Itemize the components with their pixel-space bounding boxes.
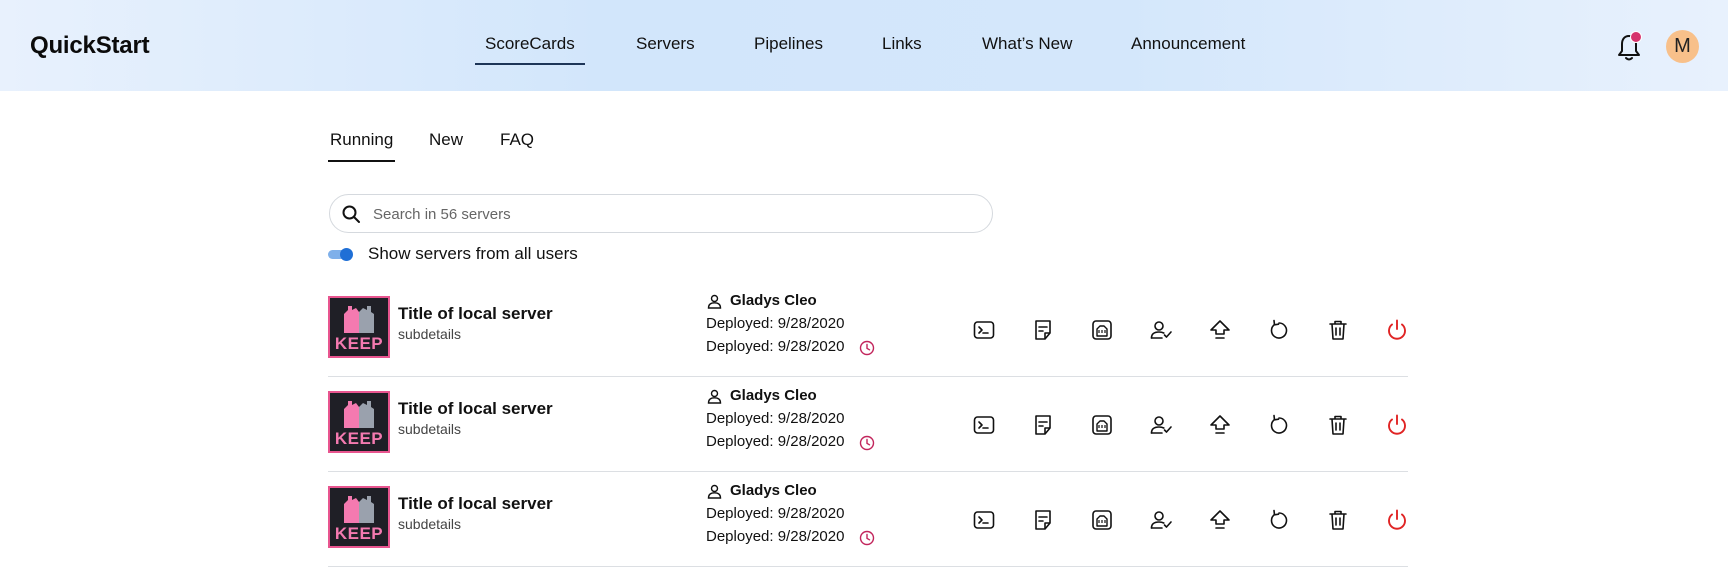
server-logo: KEEP — [328, 296, 390, 358]
tab-running[interactable]: Running — [327, 130, 396, 162]
delete-icon[interactable] — [1326, 318, 1350, 342]
power-icon[interactable] — [1385, 413, 1409, 437]
server-owner: Gladys Cleo — [730, 387, 817, 404]
terminal-icon[interactable] — [972, 318, 996, 342]
notes-icon[interactable] — [1031, 413, 1055, 437]
user-icon — [707, 294, 722, 309]
restart-icon[interactable] — [1267, 413, 1291, 437]
storage-icon[interactable] — [1090, 413, 1114, 437]
storage-icon[interactable] — [1090, 318, 1114, 342]
server-logo-text: KEEP — [334, 334, 384, 353]
nav-announcement[interactable]: Announcement — [1131, 34, 1245, 54]
deployed-date-secondary: Deployed: 9/28/2020 — [706, 528, 845, 545]
nav-scorecards[interactable]: ScoreCards — [475, 34, 585, 65]
keep-logo-icon — [344, 306, 374, 333]
user-icon — [707, 484, 722, 499]
all-users-toggle[interactable] — [328, 248, 353, 261]
deployed-date-secondary: Deployed: 9/28/2020 — [706, 433, 845, 450]
restart-icon[interactable] — [1267, 508, 1291, 532]
assign-user-icon[interactable] — [1149, 413, 1173, 437]
server-title[interactable]: Title of local server — [398, 399, 553, 419]
upload-icon[interactable] — [1208, 413, 1232, 437]
clock-icon[interactable] — [859, 435, 875, 451]
nav-servers[interactable]: Servers — [636, 34, 695, 54]
delete-icon[interactable] — [1326, 413, 1350, 437]
terminal-icon[interactable] — [972, 508, 996, 532]
search-box — [329, 194, 993, 233]
toggle-label: Show servers from all users — [368, 244, 578, 263]
nav-pipelines[interactable]: Pipelines — [754, 34, 823, 54]
server-logo: KEEP — [328, 486, 390, 548]
server-subtitle: subdetails — [398, 421, 462, 437]
clock-icon[interactable] — [859, 340, 875, 356]
deployed-date-secondary: Deployed: 9/28/2020 — [706, 338, 845, 355]
server-row[interactable]: KEEP Title of local server subdetails Gl… — [328, 377, 1408, 472]
deployed-date: Deployed: 9/28/2020 — [706, 505, 845, 522]
server-row[interactable]: KEEP Title of local server subdetails Gl… — [328, 282, 1408, 377]
server-title[interactable]: Title of local server — [398, 304, 553, 324]
notes-icon[interactable] — [1031, 508, 1055, 532]
notification-dot — [1630, 31, 1642, 43]
server-subtitle: subdetails — [398, 516, 462, 532]
storage-icon[interactable] — [1090, 508, 1114, 532]
user-icon — [707, 389, 722, 404]
upload-icon[interactable] — [1208, 318, 1232, 342]
top-header: QuickStart ScoreCards Servers Pipelines … — [0, 0, 1728, 91]
assign-user-icon[interactable] — [1149, 318, 1173, 342]
nav-whats-new[interactable]: What’s New — [982, 34, 1072, 54]
nav-links[interactable]: Links — [882, 34, 922, 54]
assign-user-icon[interactable] — [1149, 508, 1173, 532]
main-nav: ScoreCards Servers Pipelines Links What’… — [0, 34, 1728, 65]
search-icon — [342, 205, 360, 223]
upload-icon[interactable] — [1208, 508, 1232, 532]
notes-icon[interactable] — [1031, 318, 1055, 342]
server-logo-text: KEEP — [334, 524, 384, 543]
tab-faq[interactable]: FAQ — [500, 130, 534, 150]
server-owner: Gladys Cleo — [730, 482, 817, 499]
server-subtitle: subdetails — [398, 326, 462, 342]
search-input[interactable] — [373, 203, 973, 225]
server-logo: KEEP — [328, 391, 390, 453]
server-owner: Gladys Cleo — [730, 292, 817, 309]
avatar[interactable]: M — [1666, 30, 1699, 63]
deployed-date: Deployed: 9/28/2020 — [706, 315, 845, 332]
power-icon[interactable] — [1385, 508, 1409, 532]
keep-logo-icon — [344, 401, 374, 428]
power-icon[interactable] — [1385, 318, 1409, 342]
keep-logo-icon — [344, 496, 374, 523]
deployed-date: Deployed: 9/28/2020 — [706, 410, 845, 427]
clock-icon[interactable] — [859, 530, 875, 546]
toggle-knob — [340, 248, 353, 261]
server-logo-text: KEEP — [334, 429, 384, 448]
server-title[interactable]: Title of local server — [398, 494, 553, 514]
tab-new[interactable]: New — [429, 130, 463, 150]
terminal-icon[interactable] — [972, 413, 996, 437]
restart-icon[interactable] — [1267, 318, 1291, 342]
server-row[interactable]: KEEP Title of local server subdetails Gl… — [328, 472, 1408, 567]
delete-icon[interactable] — [1326, 508, 1350, 532]
